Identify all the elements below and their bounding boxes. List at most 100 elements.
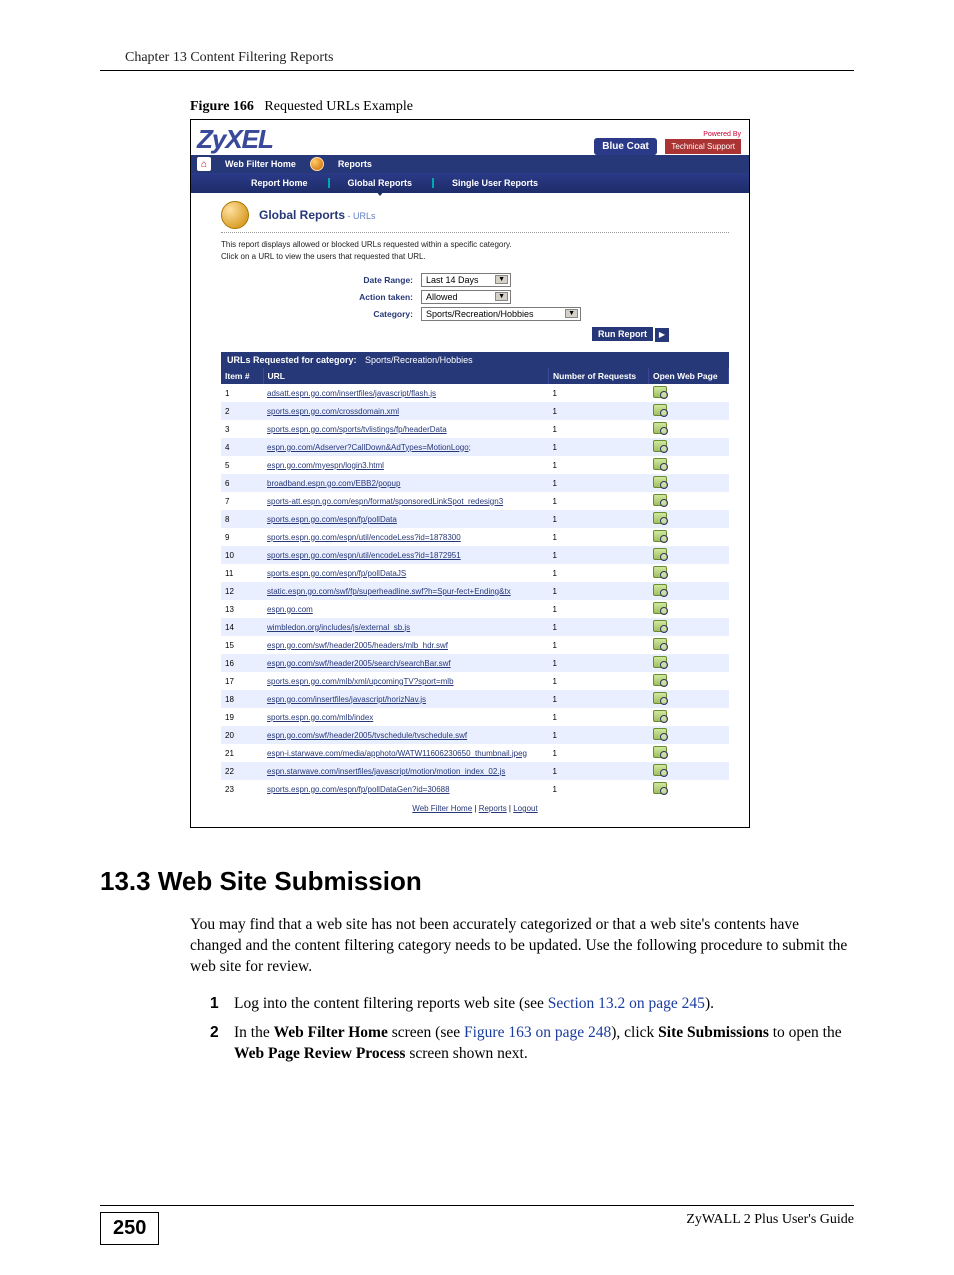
open-web-page-icon[interactable] (653, 638, 667, 650)
cell-requests: 1 (549, 726, 649, 744)
url-link[interactable]: espn-i.starwave.com/media/apphoto/WATW11… (267, 749, 527, 758)
table-row: 9 sports.espn.go.com/espn/util/encodeLess… (221, 528, 729, 546)
open-web-page-icon[interactable] (653, 782, 667, 794)
tab-web-filter-home[interactable]: Web Filter Home (219, 157, 302, 171)
open-web-page-icon[interactable] (653, 674, 667, 686)
cell-item: 23 (221, 780, 263, 798)
table-row: 12static.espn.go.com/swf/fp/superheadlin… (221, 582, 729, 600)
footer-link-logout[interactable]: Logout (513, 804, 537, 813)
open-web-page-icon[interactable] (653, 692, 667, 704)
open-web-page-icon[interactable] (653, 422, 667, 434)
url-link[interactable]: sports.espn.go.com/espn/fp/pollDataJS (267, 569, 406, 578)
url-link[interactable]: sports.espn.go.com/espn/util/encodeLess?… (267, 551, 461, 560)
open-web-page-icon[interactable] (653, 548, 667, 560)
open-web-page-icon[interactable] (653, 512, 667, 524)
open-web-page-icon[interactable] (653, 764, 667, 776)
url-link[interactable]: wimbledon.org/includes/js/external_sb.js (267, 623, 410, 632)
report-description-2: Click on a URL to view the users that re… (221, 251, 729, 263)
url-link[interactable]: espn.go.com (267, 605, 313, 614)
open-web-page-icon[interactable] (653, 656, 667, 668)
run-report-button[interactable]: Run Report (592, 327, 653, 341)
open-web-page-icon[interactable] (653, 386, 667, 398)
url-link[interactable]: sports.espn.go.com/sports/tvlistings/fp/… (267, 425, 447, 434)
url-link[interactable]: sports-att.espn.go.com/espn/format/spons… (267, 497, 503, 506)
bluecoat-badge: Blue Coat (594, 138, 657, 155)
tab-report-home[interactable]: Report Home (231, 176, 328, 190)
cell-item: 2 (221, 402, 263, 420)
tab-single-user-reports[interactable]: Single User Reports (432, 176, 558, 190)
step-number: 1 (210, 994, 234, 1015)
powered-by-label: Powered By (703, 131, 741, 138)
secondary-tabs: Report Home Global Reports Single User R… (191, 173, 749, 193)
step1-link[interactable]: Section 13.2 on page 245 (548, 995, 705, 1012)
open-web-page-icon[interactable] (653, 476, 667, 488)
url-link[interactable]: sports.espn.go.com/crossdomain.xml (267, 407, 399, 416)
open-web-page-icon[interactable] (653, 494, 667, 506)
open-web-page-icon[interactable] (653, 620, 667, 632)
table-row: 6broadband.espn.go.com/EBB2/popup1 (221, 474, 729, 492)
cell-item: 9 (221, 528, 263, 546)
figure-title: Requested URLs Example (264, 99, 413, 114)
tab-global-reports[interactable]: Global Reports (328, 176, 433, 190)
cell-item: 7 (221, 492, 263, 510)
cell-item: 17 (221, 672, 263, 690)
date-range-label: Date Range: (221, 275, 421, 285)
open-web-page-icon[interactable] (653, 566, 667, 578)
url-link[interactable]: espn.starwave.com/insertfiles/javascript… (267, 767, 505, 776)
cell-item: 16 (221, 654, 263, 672)
open-web-page-icon[interactable] (653, 530, 667, 542)
report-description-1: This report displays allowed or blocked … (221, 239, 729, 251)
cell-requests: 1 (549, 636, 649, 654)
open-web-page-icon[interactable] (653, 458, 667, 470)
section-heading: 13.3 Web Site Submission (100, 866, 854, 897)
cell-requests: 1 (549, 582, 649, 600)
run-report-arrow-icon[interactable]: ▶ (655, 328, 669, 342)
open-web-page-icon[interactable] (653, 440, 667, 452)
home-icon[interactable]: ⌂ (197, 157, 211, 171)
open-web-page-icon[interactable] (653, 602, 667, 614)
open-web-page-icon[interactable] (653, 746, 667, 758)
url-link[interactable]: espn.go.com/myespn/login3.html (267, 461, 384, 470)
col-open: Open Web Page (649, 368, 729, 384)
cell-requests: 1 (549, 474, 649, 492)
table-row: 21 espn-i.starwave.com/media/apphoto/WATW… (221, 744, 729, 762)
cell-requests: 1 (549, 780, 649, 798)
url-link[interactable]: espn.go.com/swf/header2005/search/search… (267, 659, 451, 668)
cell-item: 13 (221, 600, 263, 618)
step2-link[interactable]: Figure 163 on page 248 (464, 1024, 611, 1041)
url-link[interactable]: sports.espn.go.com/espn/util/encodeLess?… (267, 533, 461, 542)
cell-requests: 1 (549, 384, 649, 402)
open-web-page-icon[interactable] (653, 710, 667, 722)
table-row: 13espn.go.com1 (221, 600, 729, 618)
url-link[interactable]: espn.go.com/swf/header2005/headers/mlb_h… (267, 641, 448, 650)
cell-requests: 1 (549, 690, 649, 708)
url-link[interactable]: adsatt.espn.go.com/insertfiles/javascrip… (267, 389, 436, 398)
url-link[interactable]: sports.espn.go.com/espn/fp/pollData (267, 515, 397, 524)
cell-item: 21 (221, 744, 263, 762)
figure-label: Figure 166 (190, 99, 254, 114)
url-link[interactable]: sports.espn.go.com/espn/fp/pollDataGen?i… (267, 785, 450, 794)
date-range-select[interactable]: Last 14 Days (421, 273, 511, 287)
cell-requests: 1 (549, 456, 649, 474)
url-link[interactable]: espn.go.com/swf/header2005/tvschedule/tv… (267, 731, 467, 740)
col-item: Item # (221, 368, 263, 384)
url-link[interactable]: sports.espn.go.com/mlb/xml/upcomingTV?sp… (267, 677, 454, 686)
footer-link-home[interactable]: Web Filter Home (412, 804, 472, 813)
url-link[interactable]: espn.go.com/insertfiles/javascript/horiz… (267, 695, 426, 704)
url-link[interactable]: sports.espn.go.com/mlb/index (267, 713, 373, 722)
url-link[interactable]: static.espn.go.com/swf/fp/superheadline.… (267, 587, 511, 596)
tab-reports[interactable]: Reports (332, 157, 378, 171)
url-link[interactable]: espn.go.com/Adserver?CallDown&AdTypes=Mo… (267, 443, 471, 452)
open-web-page-icon[interactable] (653, 584, 667, 596)
open-web-page-icon[interactable] (653, 404, 667, 416)
url-link[interactable]: broadband.espn.go.com/EBB2/popup (267, 479, 400, 488)
category-select[interactable]: Sports/Recreation/Hobbies (421, 307, 581, 321)
footer-link-reports[interactable]: Reports (479, 804, 507, 813)
action-taken-select[interactable]: Allowed (421, 290, 511, 304)
cell-item: 3 (221, 420, 263, 438)
page-number: 250 (100, 1212, 159, 1245)
screenshot-panel: ZyXEL Powered By Blue Coat Technical Sup… (190, 119, 750, 828)
open-web-page-icon[interactable] (653, 728, 667, 740)
tech-support-link[interactable]: Technical Support (665, 139, 741, 154)
cell-requests: 1 (549, 510, 649, 528)
